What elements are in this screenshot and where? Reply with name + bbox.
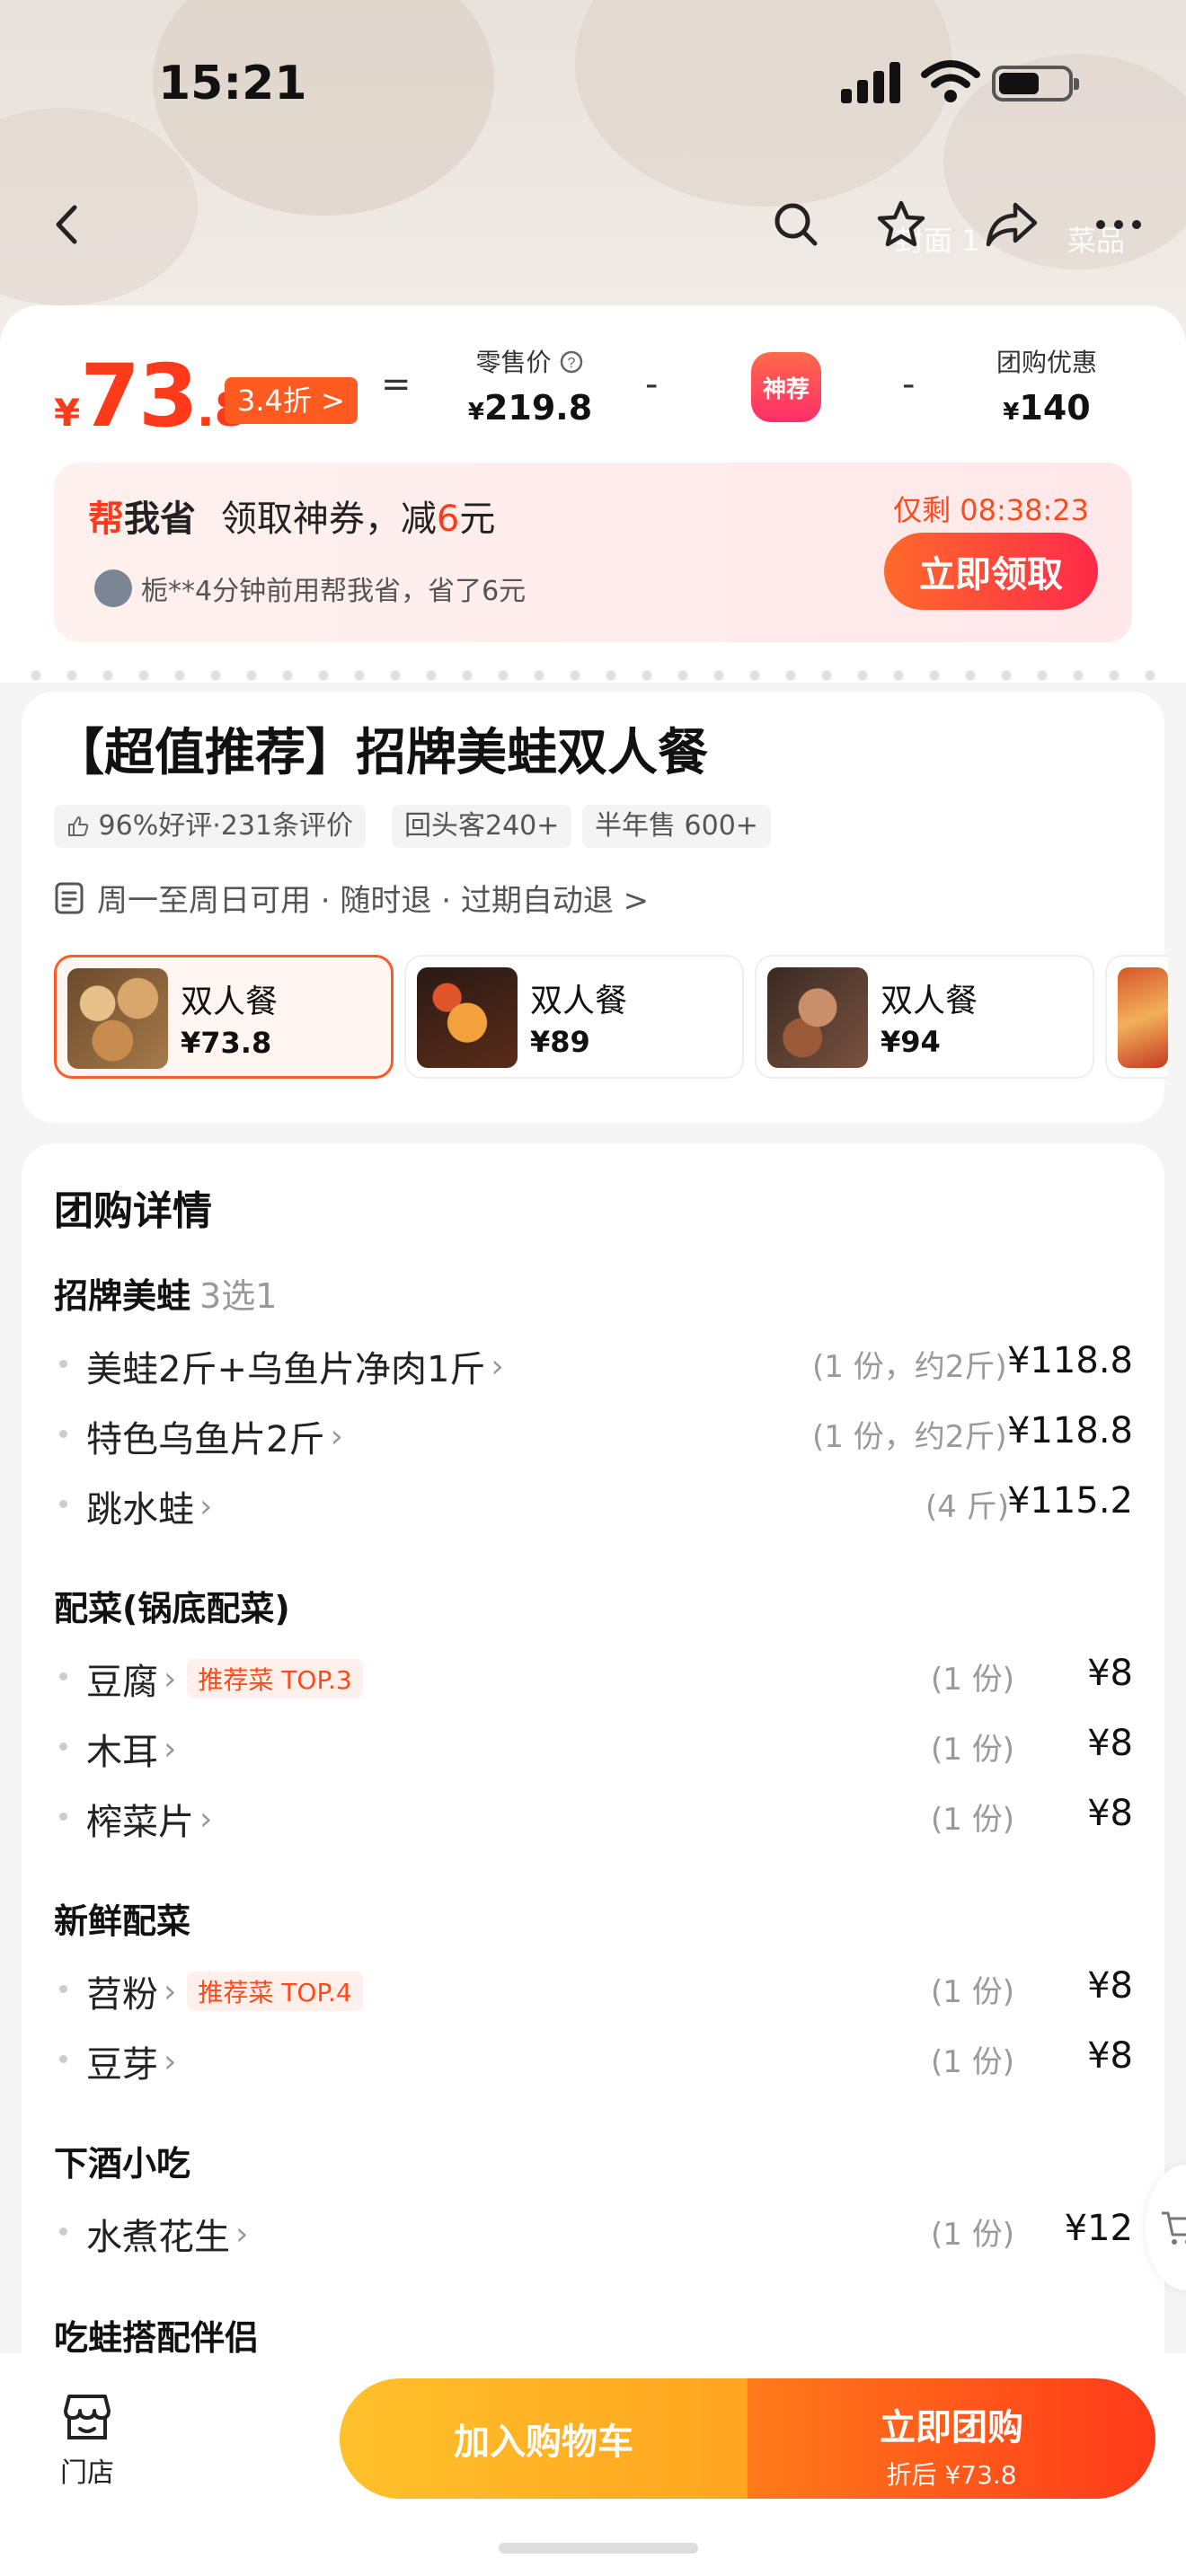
list-item[interactable]: 豆腐 › 推荐菜 TOP.3 (1 份) ¥8: [59, 1649, 1133, 1703]
minus-sign-1: -: [645, 364, 659, 405]
discount-badge[interactable]: 3.4折 >: [225, 377, 358, 424]
product-title: 【超值推荐】招牌美蛙双人餐: [54, 724, 708, 782]
retail-price[interactable]: 零售价 ? ¥219.8: [467, 343, 593, 428]
thumbs-up-icon: [68, 816, 89, 836]
wifi-icon: [921, 60, 980, 102]
package-image: [67, 968, 168, 1069]
share-button[interactable]: [980, 193, 1043, 256]
shenjian-badge: 神荐: [751, 352, 821, 422]
package-name: 双人餐: [530, 983, 628, 1019]
status-bar: 15:21: [0, 49, 1186, 121]
coupon-banner: 帮我省 领取神券，减6元 栀**4分钟前用帮我省，省了6元 仅剩 08:38:2…: [54, 463, 1132, 642]
group-label: 团购优惠: [996, 348, 1097, 377]
favorite-button[interactable]: [870, 193, 933, 256]
avatar: [94, 569, 132, 607]
back-button[interactable]: [36, 193, 99, 256]
list-item[interactable]: 榨菜片 › (1 份) ¥8: [59, 1789, 1133, 1843]
repeat-customer-tag: 回头客240+: [392, 805, 572, 848]
package-price: ¥73.8: [181, 1026, 272, 1060]
perforation-divider: [18, 670, 1168, 681]
recommend-badge: 推荐菜 TOP.4: [187, 1972, 363, 2011]
buy-now-button[interactable]: 立即团购 折后 ¥73.8: [748, 2378, 1155, 2499]
list-item[interactable]: 木耳 › (1 份) ¥8: [59, 1719, 1133, 1773]
group-title: 新鲜配菜: [54, 1901, 191, 1941]
section-title: 团购详情: [54, 1188, 212, 1234]
list-item[interactable]: 特色乌鱼片2斤 › (1 份，约2斤) ¥118.8: [59, 1407, 1133, 1460]
buy-now-subtext: 折后 ¥73.8: [886, 2460, 1017, 2490]
claim-coupon-button[interactable]: 立即领取: [884, 533, 1098, 610]
package-name: 双人餐: [881, 983, 978, 1019]
search-button[interactable]: [765, 193, 828, 256]
list-item[interactable]: 豆芽 › (1 份) ¥8: [59, 2032, 1133, 2086]
group-title: 下酒小吃: [54, 2144, 191, 2183]
coupon-feed: 栀**4分钟前用帮我省，省了6元: [94, 569, 526, 608]
retail-value: 219.8: [483, 388, 593, 428]
package-price: ¥94: [881, 1025, 941, 1059]
more-button[interactable]: [1087, 193, 1150, 256]
group-title: 配菜(锅底配菜): [54, 1589, 290, 1628]
group-title: 招牌美蛙 3选1: [54, 1276, 278, 1316]
cart-icon: [1162, 2211, 1186, 2245]
battery-icon: [992, 66, 1079, 101]
countdown-timer: 仅剩 08:38:23: [893, 493, 1089, 527]
package-image: [1118, 967, 1168, 1068]
package-name: 双人餐: [181, 984, 279, 1020]
group-discount: 团购优惠 ¥140: [979, 343, 1114, 428]
package-image: [767, 967, 868, 1068]
retail-label: 零售价: [475, 348, 552, 377]
info-icon: ?: [561, 350, 583, 374]
currency-symbol: ¥: [54, 391, 81, 435]
document-icon: [55, 882, 84, 913]
availability-info[interactable]: 周一至周日可用 · 随时退 · 过期自动退 >: [54, 876, 649, 920]
price-integer: 73: [80, 346, 199, 446]
sales-tag: 半年售 600+: [582, 805, 771, 848]
package-option-3[interactable]: 双人餐 ¥94: [755, 955, 1094, 1079]
list-item[interactable]: 美蛙2斤+乌鱼片净肉1斤 › (1 份，约2斤) ¥118.8: [59, 1337, 1133, 1390]
star-icon: [877, 200, 925, 247]
svg-text:?: ?: [568, 356, 576, 371]
coupon-headline: 帮我省 领取神券，减6元: [88, 498, 496, 540]
group-title: 吃蛙搭配伴侣: [54, 2318, 260, 2358]
store-icon: [64, 2395, 111, 2439]
list-item[interactable]: 水煮花生 › (1 份) ¥12: [59, 2204, 1133, 2258]
rating-tag[interactable]: 96%好评·231条评价: [54, 805, 367, 848]
minus-sign-2: -: [902, 364, 916, 405]
equals-sign: =: [381, 364, 412, 405]
search-icon: [774, 203, 818, 246]
package-price: ¥89: [530, 1025, 590, 1059]
package-option-4-partial[interactable]: [1105, 955, 1168, 1079]
store-label: 门店: [60, 2457, 114, 2489]
more-dots-icon: [1096, 220, 1141, 229]
package-option-2[interactable]: 双人餐 ¥89: [404, 955, 744, 1079]
signal-icon: [841, 62, 904, 103]
status-time: 15:21: [158, 57, 307, 110]
group-value: 140: [1019, 388, 1091, 428]
recommend-badge: 推荐菜 TOP.3: [187, 1659, 363, 1698]
share-icon: [986, 202, 1038, 247]
package-option-1[interactable]: 双人餐 ¥73.8: [54, 955, 394, 1079]
buy-now-label: 立即团购: [880, 2407, 1023, 2448]
back-arrow-icon: [56, 205, 77, 244]
package-image: [417, 967, 518, 1068]
deal-price: ¥ 73 .8: [54, 346, 247, 446]
home-indicator[interactable]: [499, 2543, 698, 2554]
store-button[interactable]: 门店: [56, 2391, 119, 2490]
add-to-cart-button[interactable]: 加入购物车: [340, 2378, 748, 2499]
list-item[interactable]: 跳水蛙 › (4 斤) ¥115.2: [59, 1477, 1133, 1531]
list-item[interactable]: 苕粉 › 推荐菜 TOP.4 (1 份) ¥8: [59, 1962, 1133, 2016]
